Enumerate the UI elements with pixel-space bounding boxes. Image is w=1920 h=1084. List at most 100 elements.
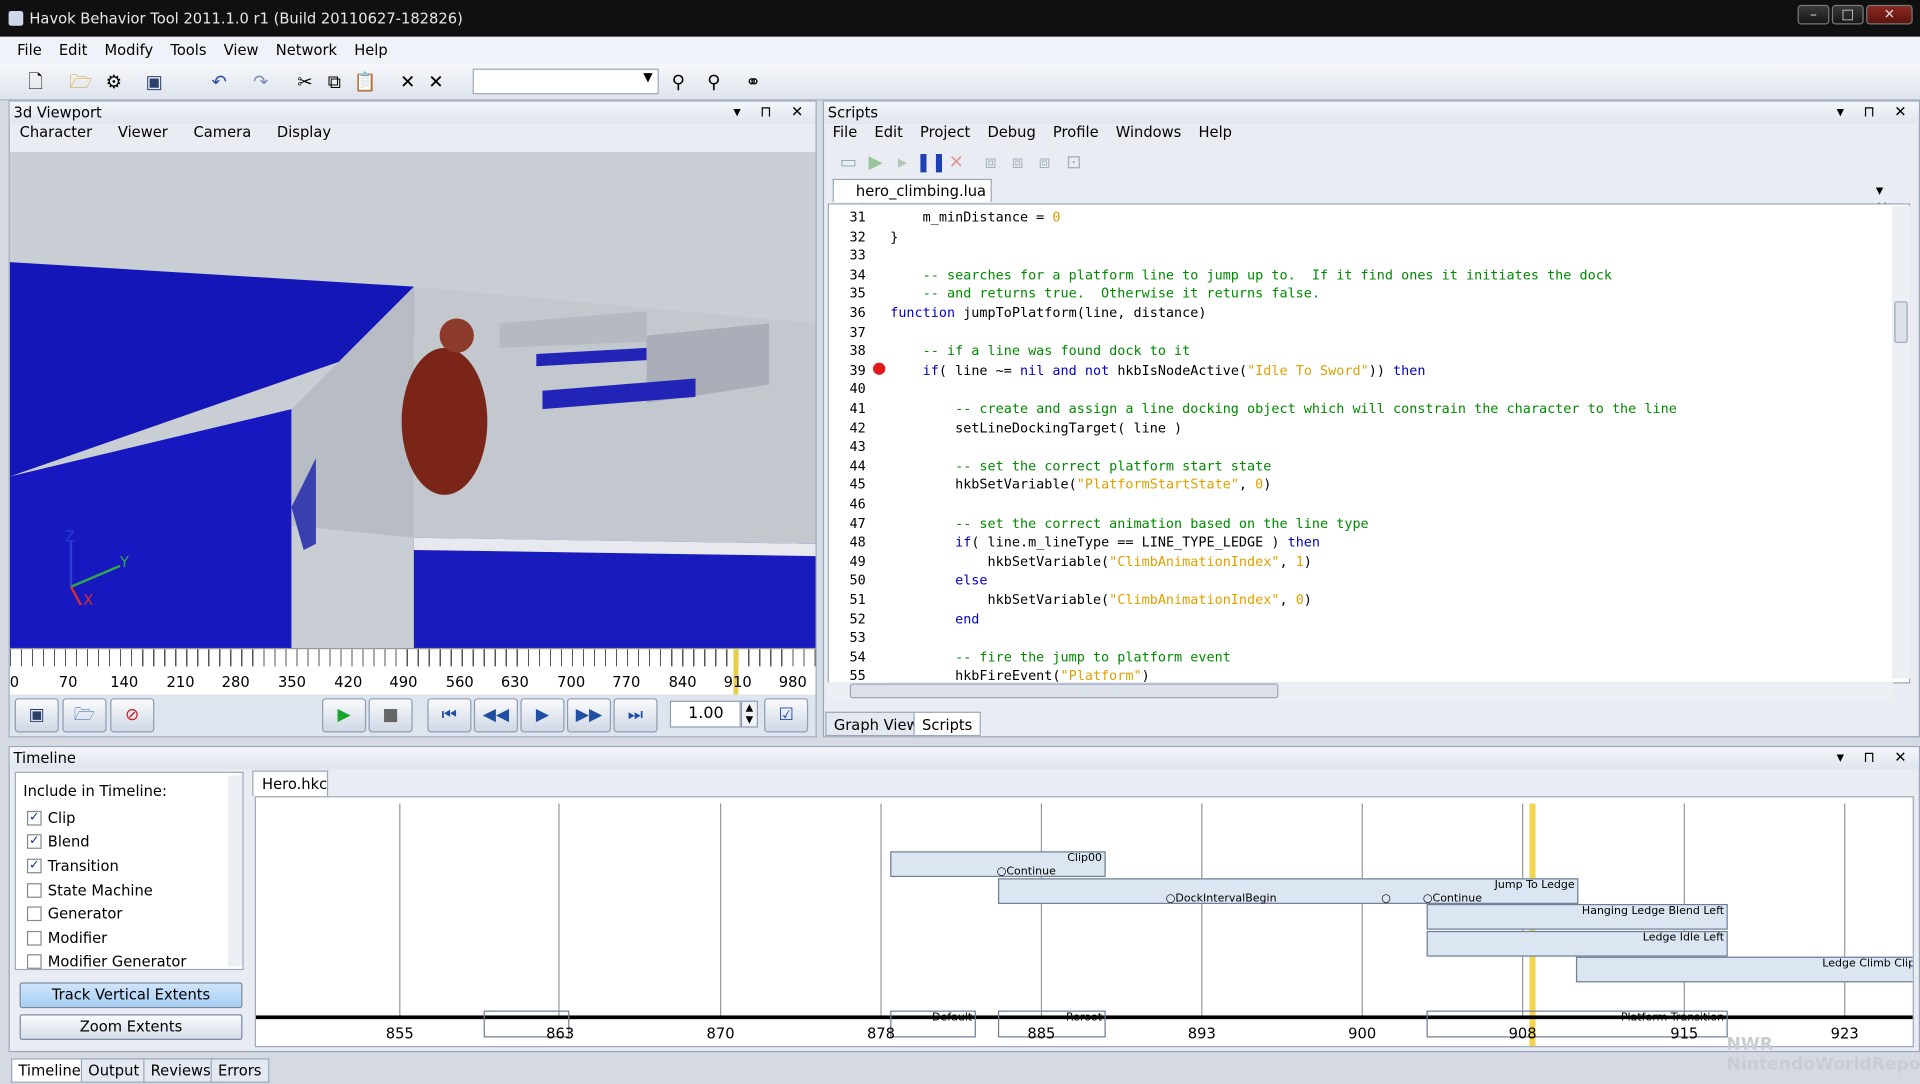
checkbox-box[interactable] xyxy=(26,954,42,969)
tab-timeline[interactable]: Timeline xyxy=(11,1058,89,1083)
save-icon[interactable]: ▣ xyxy=(14,698,59,733)
copy-icon[interactable]: ⧉ xyxy=(321,70,348,94)
step-into-icon[interactable]: ⧈ xyxy=(977,149,1004,173)
undo-icon[interactable]: ↶ xyxy=(206,70,233,94)
viewport-menu-viewer[interactable]: Viewer xyxy=(118,124,168,141)
checkbox-modifier-generator[interactable]: Modifier Generator xyxy=(26,953,186,970)
3d-scene[interactable]: Z Y X xyxy=(9,151,816,648)
step-forward-icon[interactable]: ▶▶ xyxy=(566,698,612,733)
breakpoint-icon[interactable]: ⊡ xyxy=(1060,149,1087,173)
new-file-icon[interactable]: 🗋 xyxy=(22,70,49,94)
play-icon[interactable]: ▸ xyxy=(889,149,916,173)
scroll-thumb[interactable] xyxy=(1894,301,1908,343)
panel-controls[interactable]: ▾ ⊓ ✕ xyxy=(1837,748,1914,765)
search-icon[interactable]: ⚲ xyxy=(665,70,692,94)
speed-spinner[interactable]: ▲ ▼ xyxy=(740,700,758,728)
search-replace-icon[interactable]: ⚲ xyxy=(700,70,727,94)
panel-controls[interactable]: ▾ ⊓ ✕ xyxy=(1837,103,1914,120)
scripts-menu-windows[interactable]: Windows xyxy=(1116,124,1182,141)
skip-end-icon[interactable]: ⏭ xyxy=(613,698,658,733)
step-over-icon[interactable]: ⧈ xyxy=(1004,149,1031,173)
menu-modify[interactable]: Modify xyxy=(96,40,162,60)
menu-file[interactable]: File xyxy=(9,40,51,60)
viewport-ruler[interactable]: 0 70 140 210 280 350 420 490 560 630 700… xyxy=(9,647,816,696)
scripts-menu-file[interactable]: File xyxy=(833,124,858,141)
checkbox-box[interactable] xyxy=(26,906,42,922)
breakpoint-marker[interactable] xyxy=(873,362,886,375)
checkbox-box[interactable] xyxy=(26,930,42,946)
checkbox-box[interactable]: ✓ xyxy=(26,858,42,874)
clip-block[interactable]: Ledge Climb Clip xyxy=(1575,956,1913,983)
viewport-menu-camera[interactable]: Camera xyxy=(194,124,252,141)
new-script-icon[interactable]: ▭ xyxy=(835,149,862,173)
pause-icon[interactable]: ❚❚ xyxy=(916,149,947,173)
scripts-menu-profile[interactable]: Profile xyxy=(1053,124,1099,141)
scripts-menu-help[interactable]: Help xyxy=(1198,124,1232,141)
settings-gear-icon[interactable]: ⚙ xyxy=(100,70,127,94)
tab-output[interactable]: Output xyxy=(80,1058,147,1083)
viewport-menu-display[interactable]: Display xyxy=(277,124,331,141)
menu-help[interactable]: Help xyxy=(346,40,397,60)
scroll-thumb[interactable] xyxy=(849,683,1279,699)
step-out-icon[interactable]: ⧈ xyxy=(1031,149,1058,173)
menu-edit[interactable]: Edit xyxy=(50,40,96,60)
toolbar-dropdown[interactable]: ▼ xyxy=(472,68,659,95)
editor-horizontal-scrollbar[interactable] xyxy=(827,682,1894,700)
open-folder-icon[interactable]: 🗁 xyxy=(67,70,94,94)
speed-input[interactable]: 1.00 xyxy=(669,700,741,728)
delete-icon[interactable]: ✕ xyxy=(394,70,421,94)
checkbox-box[interactable]: ✓ xyxy=(26,834,42,849)
code-editor[interactable]: 31 m_minDistance = 0 32 } 33 34 -- searc… xyxy=(827,203,1911,684)
clip-block[interactable]: Hanging Ledge Blend Left xyxy=(1426,903,1728,930)
clip-block[interactable]: Ledge Idle Left xyxy=(1426,930,1728,957)
stop-icon[interactable]: ✕ xyxy=(943,149,970,173)
track-vertical-extents-button[interactable]: Track Vertical Extents xyxy=(19,982,243,1009)
editor-vertical-scrollbar[interactable] xyxy=(1891,205,1911,679)
timeline-file-tab[interactable]: Hero.hkc xyxy=(252,770,329,797)
zoom-extents-button[interactable]: Zoom Extents xyxy=(19,1014,243,1040)
viewport-menu-character[interactable]: Character xyxy=(20,124,93,141)
disable-icon[interactable]: ⊘ xyxy=(110,698,155,733)
redo-icon[interactable]: ↷ xyxy=(247,70,274,94)
marker-block[interactable]: Default xyxy=(890,1010,976,1038)
tab-reviews[interactable]: Reviews xyxy=(143,1058,219,1083)
open-folder-icon[interactable]: 🗁 xyxy=(62,698,107,733)
maximize-button[interactable]: □ xyxy=(1831,4,1864,25)
play-icon[interactable]: ▶ xyxy=(322,698,367,733)
checklist-icon[interactable]: ☑ xyxy=(764,698,809,733)
scripts-menu-edit[interactable]: Edit xyxy=(874,124,902,141)
stop-icon[interactable]: ■ xyxy=(368,698,413,733)
tab-errors[interactable]: Errors xyxy=(210,1058,269,1083)
step-back-icon[interactable]: ◀◀ xyxy=(473,698,518,733)
checkbox-modifier[interactable]: Modifier xyxy=(26,930,107,947)
scripts-menu-project[interactable]: Project xyxy=(920,124,970,141)
menu-network[interactable]: Network xyxy=(267,40,346,60)
clip-block[interactable]: Clip00 ○Continue xyxy=(890,851,1106,878)
clip-block[interactable]: Jump To Ledge ○DockIntervalBegin ○ ○Continu… xyxy=(997,878,1579,905)
paste-icon[interactable]: 📋 xyxy=(351,70,378,94)
scripts-menu-debug[interactable]: Debug xyxy=(987,124,1035,141)
minimize-button[interactable]: – xyxy=(1797,4,1830,25)
run-script-icon[interactable]: ▶ xyxy=(862,149,889,173)
delete-all-icon[interactable]: ✕ xyxy=(422,70,449,94)
tab-scripts[interactable]: Scripts xyxy=(913,711,981,737)
tab-graph-view[interactable]: Graph View xyxy=(825,711,928,737)
binoculars-icon[interactable]: ⚭ xyxy=(740,70,767,94)
play-forward-icon[interactable]: ▶ xyxy=(520,698,565,733)
checkbox-box[interactable] xyxy=(26,883,42,898)
timeline-track[interactable]: Clip00 ○Continue Jump To Ledge ○DockInterv… xyxy=(254,796,1914,1048)
checkbox-clip[interactable]: ✓ Clip xyxy=(26,810,76,827)
menu-view[interactable]: View xyxy=(215,40,267,60)
checkbox-generator[interactable]: Generator xyxy=(26,905,122,922)
cut-icon[interactable]: ✂ xyxy=(291,70,318,94)
skip-start-icon[interactable]: ⏮ xyxy=(427,698,472,733)
checkbox-blend[interactable]: ✓ Blend xyxy=(26,833,90,850)
script-file-tab[interactable]: hero_climbing.lua 🔒 xyxy=(832,178,992,217)
save-icon[interactable]: ▣ xyxy=(141,70,168,94)
checkbox-transition[interactable]: ✓ Transition xyxy=(26,857,119,875)
list-scrollbar[interactable] xyxy=(227,775,243,967)
close-button[interactable]: ✕ xyxy=(1866,4,1913,25)
menu-tools[interactable]: Tools xyxy=(162,40,215,60)
checkbox-state-machine[interactable]: State Machine xyxy=(26,882,153,899)
panel-controls[interactable]: ▾ ⊓ ✕ xyxy=(733,103,810,120)
